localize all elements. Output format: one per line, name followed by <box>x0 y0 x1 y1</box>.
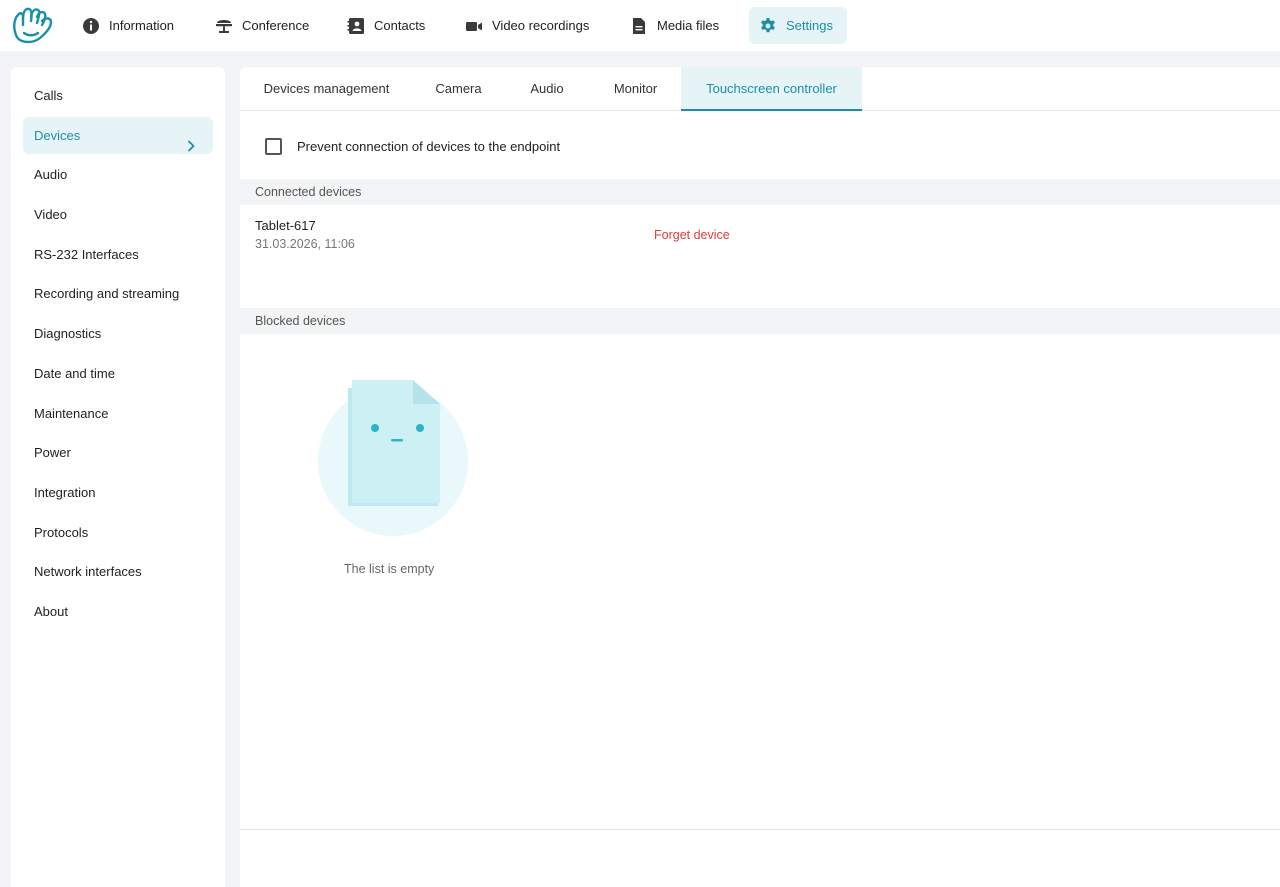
empty-list-illustration-icon <box>318 379 468 539</box>
sidebar-item-label: Diagnostics <box>34 326 102 342</box>
sidebar-item-label: Calls <box>34 88 63 103</box>
sidebar-item-label: RS-232 Interfaces <box>34 246 139 262</box>
blocked-devices-heading: Blocked devices <box>240 308 1280 334</box>
sidebar-item-maintenance[interactable]: Maintenance <box>23 395 213 432</box>
nav-settings-label: Settings <box>786 18 833 33</box>
devices-panel: Devices management Camera Audio Monitor … <box>240 67 1280 887</box>
sidebar-item-power[interactable]: Power <box>23 434 213 471</box>
connected-devices-heading: Connected devices <box>240 179 1280 205</box>
sidebar-item-protocols[interactable]: Protocols <box>23 514 213 551</box>
sidebar-item-label: Date and time <box>34 365 115 381</box>
sidebar-item-audio[interactable]: Audio <box>23 156 213 193</box>
sidebar-item-diagnostics[interactable]: Diagnostics <box>23 315 213 352</box>
sidebar-item-video[interactable]: Video <box>23 196 213 233</box>
sidebar-item-label: Network interfaces <box>34 564 142 580</box>
settings-sidebar: Calls Devices Audio Video RS-232 Interfa… <box>11 67 225 887</box>
nav-media-files[interactable]: Media files <box>620 7 729 44</box>
top-navigation: Information Conference Contacts Video re… <box>0 0 1280 51</box>
nav-information[interactable]: Information <box>72 7 184 44</box>
tab-devices-management[interactable]: Devices management <box>240 67 413 111</box>
tab-monitor[interactable]: Monitor <box>590 67 681 111</box>
sidebar-item-label: Devices <box>34 127 81 143</box>
device-tabs: Devices management Camera Audio Monitor … <box>240 67 1280 111</box>
sidebar-item-label: Protocols <box>34 524 89 540</box>
sidebar-item-integration[interactable]: Integration <box>23 474 213 511</box>
nav-information-label: Information <box>109 18 175 33</box>
sidebar-item-recording-and-streaming[interactable]: Recording and streaming <box>23 275 213 312</box>
footer-divider <box>240 829 1280 830</box>
sidebar-item-rs232-interfaces[interactable]: RS-232 Interfaces <box>23 236 213 273</box>
document-icon <box>630 17 648 35</box>
sidebar-item-devices[interactable]: Devices <box>23 116 213 154</box>
conference-icon <box>215 17 233 35</box>
nav-media-files-label: Media files <box>657 18 720 33</box>
sidebar-item-date-and-time[interactable]: Date and time <box>23 355 213 392</box>
forget-device-button[interactable]: Forget device <box>654 228 730 242</box>
tab-touchscreen-controller[interactable]: Touchscreen controller <box>681 67 862 111</box>
sidebar-item-calls[interactable]: Calls <box>23 77 213 114</box>
prevent-connection-option[interactable]: Prevent connection of devices to the end… <box>265 137 560 155</box>
info-icon <box>82 17 100 35</box>
gear-icon <box>759 17 777 35</box>
chevron-right-icon <box>185 129 197 152</box>
sidebar-item-label: Integration <box>34 484 96 500</box>
sidebar-item-label: Audio <box>34 167 68 183</box>
tab-audio[interactable]: Audio <box>504 67 590 111</box>
nav-contacts[interactable]: Contacts <box>337 7 435 44</box>
sidebar-item-label: About <box>34 603 68 619</box>
sidebar-item-label: Maintenance <box>34 405 109 421</box>
nav-contacts-label: Contacts <box>374 18 426 33</box>
sidebar-item-about[interactable]: About <box>23 593 213 630</box>
nav-conference[interactable]: Conference <box>205 7 319 44</box>
nav-video-recordings-label: Video recordings <box>492 18 590 33</box>
sidebar-item-label: Power <box>34 445 71 461</box>
sidebar-item-network-interfaces[interactable]: Network interfaces <box>23 553 213 590</box>
app-logo-icon[interactable] <box>10 5 58 47</box>
prevent-connection-checkbox[interactable] <box>265 137 282 155</box>
video-camera-icon <box>465 17 483 35</box>
empty-list-message: The list is empty <box>344 562 435 576</box>
contacts-icon <box>347 17 365 35</box>
nav-video-recordings[interactable]: Video recordings <box>455 7 599 44</box>
sidebar-item-label: Video <box>34 207 68 223</box>
device-name: Tablet-617 <box>255 218 316 233</box>
sidebar-item-label: Recording and streaming <box>34 286 180 302</box>
prevent-connection-label: Prevent connection of devices to the end… <box>297 138 561 154</box>
nav-conference-label: Conference <box>242 18 310 33</box>
device-connected-date: 31.03.2026, 11:06 <box>255 237 355 251</box>
tab-camera[interactable]: Camera <box>413 67 504 111</box>
nav-settings[interactable]: Settings <box>749 7 847 44</box>
